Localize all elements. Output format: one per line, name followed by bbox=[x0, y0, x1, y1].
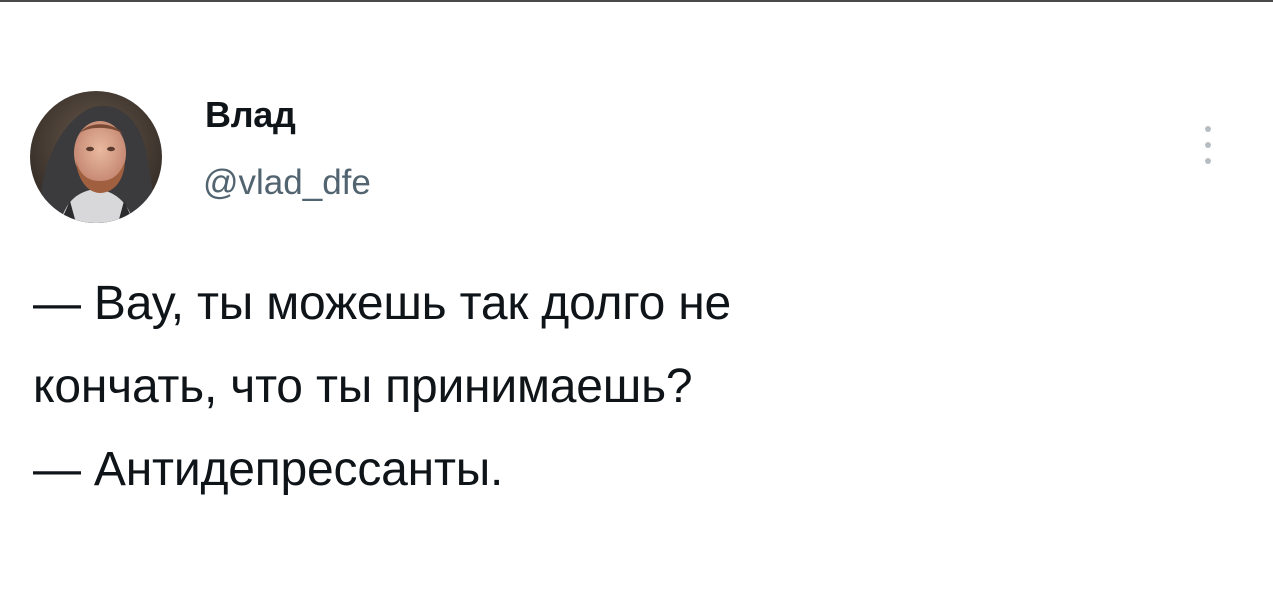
user-photo-avatar-icon bbox=[30, 91, 162, 223]
top-divider bbox=[0, 0, 1273, 2]
more-vertical-icon bbox=[1205, 126, 1211, 132]
more-vertical-icon bbox=[1205, 142, 1211, 148]
more-options-button[interactable] bbox=[1196, 120, 1220, 170]
tweet-text: — Вау, ты можешь так долго не кончать, ч… bbox=[33, 262, 1233, 511]
avatar[interactable] bbox=[30, 91, 162, 223]
tweet-text-line: — Вау, ты можешь так долго не bbox=[33, 277, 732, 330]
tweet-text-line: — Антидепрессанты. bbox=[33, 443, 504, 496]
author-handle[interactable]: @vlad_dfe bbox=[203, 165, 371, 200]
tweet-text-line: кончать, что ты принимаешь? bbox=[33, 360, 693, 413]
author-name[interactable]: Влад bbox=[205, 97, 296, 133]
more-vertical-icon bbox=[1205, 158, 1211, 164]
